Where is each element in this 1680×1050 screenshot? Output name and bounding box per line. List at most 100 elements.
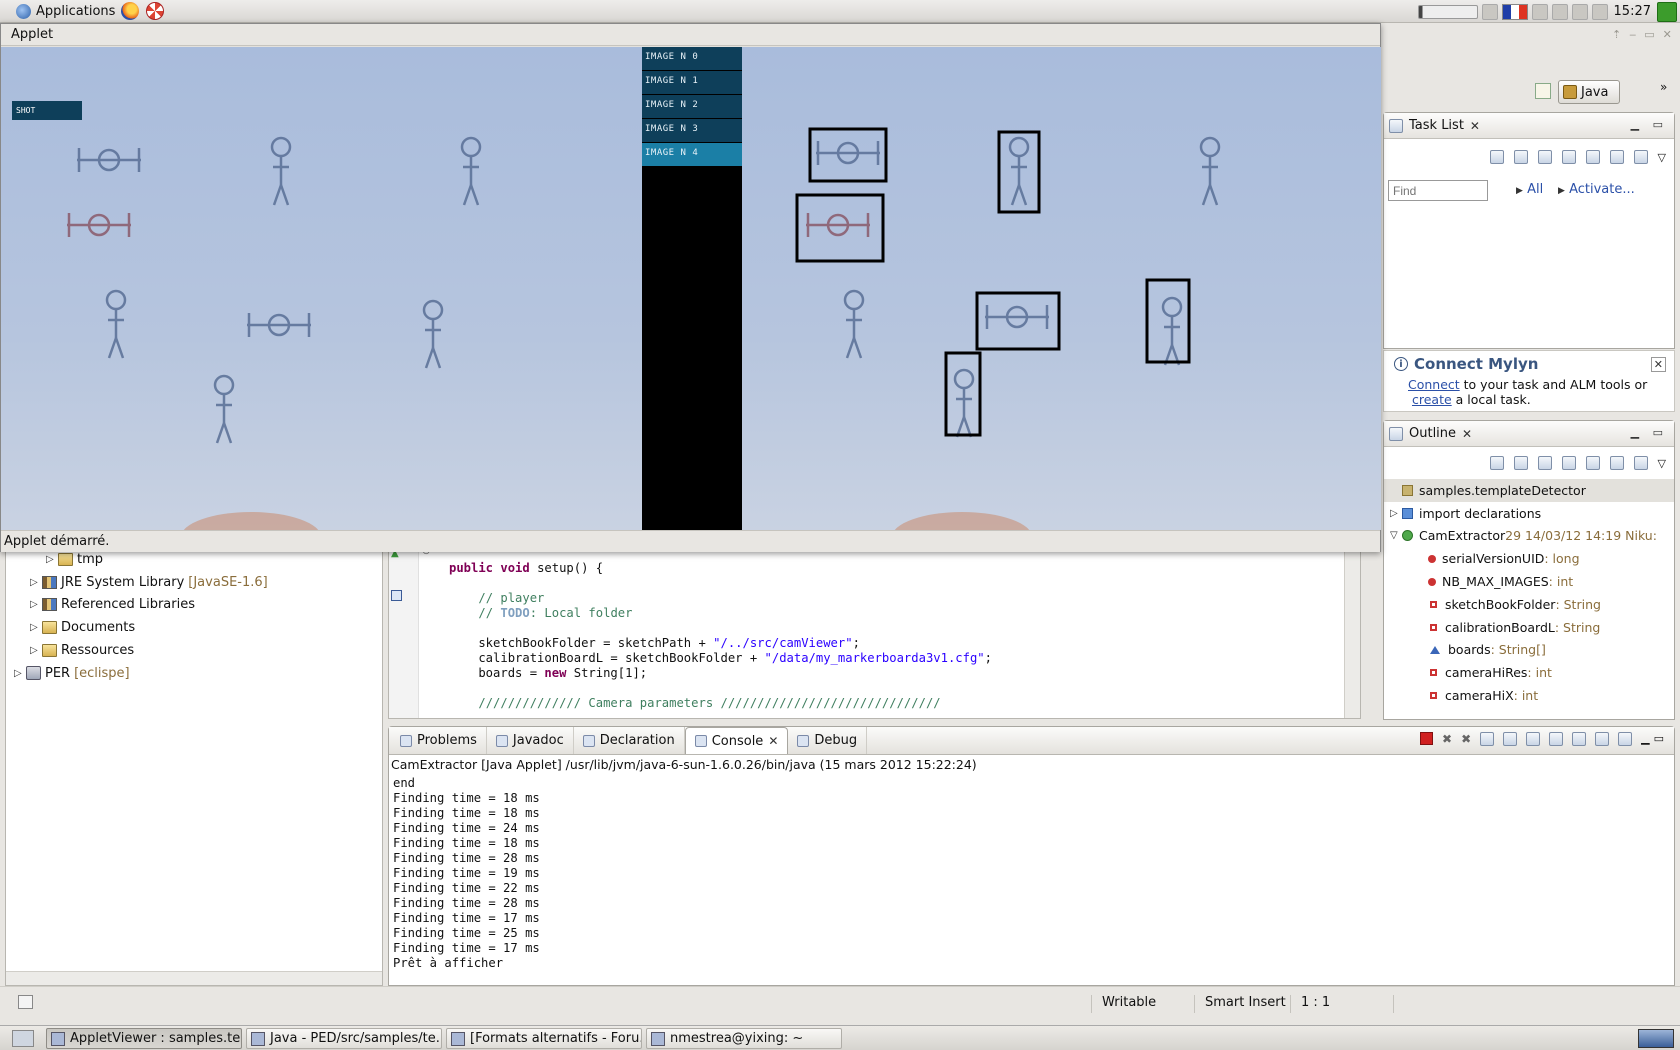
outline-item[interactable]: cameraHiRes : int xyxy=(1384,661,1674,684)
tree-item[interactable]: ▷ Referenced Libraries xyxy=(6,594,382,617)
tab-problems[interactable]: Problems xyxy=(391,727,487,754)
tab-javadoc[interactable]: Javadoc xyxy=(487,727,574,754)
image-button[interactable]: IMAGE N 2 xyxy=(642,95,742,118)
expand-icon[interactable]: ▷ xyxy=(30,577,42,588)
chevron-down-icon[interactable]: ▽ xyxy=(1390,530,1402,541)
hide-local-types-icon[interactable] xyxy=(1633,456,1648,470)
taskbar-button[interactable]: [Formats alternatifs - Foru... xyxy=(446,1028,642,1049)
expand-icon[interactable]: ▷ xyxy=(30,599,42,610)
show-stdout-icon[interactable] xyxy=(1526,732,1541,746)
applet-menu[interactable]: Applet xyxy=(1,24,1380,46)
all-filter-link[interactable]: ▶ All xyxy=(1516,182,1543,197)
open-console-icon[interactable] xyxy=(1618,732,1633,746)
minimize-maximize-icon[interactable]: ▁▭ xyxy=(1641,732,1668,746)
workspace-switcher-icon[interactable] xyxy=(1638,1029,1674,1048)
tree-item[interactable]: ▷ JRE System Library [JavaSE-1.6] xyxy=(6,571,382,594)
image-button[interactable]: IMAGE N 0 xyxy=(642,47,742,70)
flag-fr-icon[interactable] xyxy=(1501,3,1528,20)
code-line[interactable]: calibrationBoardL = sketchBookFolder + "… xyxy=(449,651,992,666)
collapse-all-icon[interactable] xyxy=(1513,456,1528,470)
close-icon[interactable]: ✕ xyxy=(1462,427,1472,441)
taskbar-button[interactable]: nmestrea@yixing: ~ xyxy=(646,1028,842,1049)
camera-image-left[interactable]: SHOT xyxy=(1,47,642,530)
taskbar-button[interactable]: Java - PED/src/samples/te... xyxy=(246,1028,442,1049)
expand-icon[interactable]: ▷ xyxy=(46,554,58,565)
focus-icon[interactable] xyxy=(1633,150,1648,164)
java-editor[interactable]: ▲ ⊖ public void setup() { // player // T… xyxy=(388,533,1361,719)
clear-console-icon[interactable] xyxy=(1480,732,1495,746)
help-icon[interactable] xyxy=(146,2,164,20)
applications-menu[interactable]: Applications xyxy=(16,2,115,21)
view-menu-icon[interactable]: ▽ xyxy=(1658,151,1666,164)
editor-code[interactable]: public void setup() { // player // TODO:… xyxy=(449,561,992,711)
outline-item[interactable]: NB_MAX_IMAGES : int xyxy=(1384,570,1674,593)
categorized-icon[interactable] xyxy=(1513,150,1528,164)
tree-item[interactable]: ▷ Ressources xyxy=(6,639,382,662)
tab-console[interactable]: Console ✕ xyxy=(684,727,789,754)
image-button[interactable]: IMAGE N 4 xyxy=(642,143,742,166)
outline-item[interactable]: serialVersionUID : long xyxy=(1384,547,1674,570)
pin-console-icon[interactable] xyxy=(1572,732,1587,746)
task-marker-icon[interactable] xyxy=(391,590,402,601)
fast-view-icon[interactable] xyxy=(18,995,33,1009)
perspective-java-button[interactable]: Java xyxy=(1558,80,1620,104)
activate-task-link[interactable]: ▶ Activate... xyxy=(1558,182,1635,197)
power-icon[interactable] xyxy=(1531,3,1548,20)
scroll-lock-icon[interactable] xyxy=(1503,732,1518,746)
console-output[interactable]: end Finding time = 18 ms Finding time = 18… xyxy=(393,776,540,971)
close-icon[interactable]: ✕ xyxy=(1470,119,1480,133)
horizontal-scrollbar[interactable] xyxy=(6,971,382,985)
network-icon[interactable] xyxy=(1481,3,1498,20)
minimize-maximize-icon[interactable]: ▁ ▭ xyxy=(1631,426,1668,439)
hide-fields-icon[interactable] xyxy=(1561,456,1576,470)
image-button[interactable]: IMAGE N 3 xyxy=(642,119,742,142)
connect-link[interactable]: Connect xyxy=(1408,377,1460,392)
code-line[interactable]: sketchBookFolder = sketchPath + "/../src… xyxy=(449,636,992,651)
window-controls[interactable]: ⇡‒▭✕ xyxy=(1612,28,1680,41)
outline-title[interactable]: Outline xyxy=(1409,426,1456,441)
code-line[interactable]: boards = new String[1]; xyxy=(449,666,992,681)
firefox-icon[interactable] xyxy=(121,2,139,20)
close-icon[interactable]: ✕ xyxy=(768,734,778,748)
shot-button[interactable]: SHOT xyxy=(12,101,82,120)
code-line[interactable]: ////////////// Camera parameters ///////… xyxy=(449,696,992,711)
volume-icon[interactable] xyxy=(1571,3,1588,20)
tree-item[interactable]: ▷ PER [eclispe] xyxy=(6,662,382,685)
editor-scrollbar[interactable] xyxy=(1344,534,1360,718)
minimize-maximize-icon[interactable]: ▁ ▭ xyxy=(1631,118,1668,131)
find-input[interactable] xyxy=(1388,180,1488,201)
display-console-icon[interactable] xyxy=(1595,732,1610,746)
new-task-icon[interactable] xyxy=(1489,150,1504,164)
outline-item[interactable]: cameraHiX : int xyxy=(1384,684,1674,707)
editor-gutter[interactable]: ▲ xyxy=(389,534,419,718)
code-line[interactable]: public void setup() { xyxy=(449,561,992,576)
outline-item[interactable]: samples.templateDetector xyxy=(1384,479,1674,502)
focus-icon[interactable] xyxy=(1489,456,1504,470)
expand-icon[interactable]: ▷ xyxy=(30,645,42,656)
tab-declaration[interactable]: Declaration xyxy=(574,727,685,754)
hide-nonpublic-icon[interactable] xyxy=(1609,456,1624,470)
outline-item[interactable]: sketchBookFolder : String xyxy=(1384,593,1674,616)
collapse-all-icon[interactable] xyxy=(1585,150,1600,164)
show-stderr-icon[interactable] xyxy=(1549,732,1564,746)
expand-icon[interactable]: ▷ xyxy=(1390,508,1402,519)
expand-icon[interactable]: ▷ xyxy=(14,668,26,679)
outline-item[interactable]: ▽ CamExtractor 29 14/03/12 14:19 Niku: xyxy=(1384,525,1674,548)
sort-icon[interactable] xyxy=(1537,456,1552,470)
image-button[interactable]: IMAGE N 1 xyxy=(642,71,742,94)
sync-icon[interactable] xyxy=(1561,150,1576,164)
terminate-icon[interactable] xyxy=(1420,732,1434,745)
more-perspectives-icon[interactable]: » xyxy=(1660,80,1667,94)
taskbar-button[interactable]: AppletViewer : samples.te... xyxy=(46,1028,242,1049)
system-menu-icon[interactable] xyxy=(1657,1,1677,22)
filter-icon[interactable] xyxy=(1609,150,1624,164)
volume-icon[interactable] xyxy=(1417,4,1478,19)
update-icon[interactable] xyxy=(1591,3,1608,20)
open-perspective-icon[interactable] xyxy=(1535,83,1551,99)
code-line[interactable] xyxy=(449,621,992,636)
remove-all-launches-icon[interactable]: ✖ xyxy=(1461,732,1471,746)
remove-launch-icon[interactable]: ✖ xyxy=(1442,732,1452,746)
code-line[interactable] xyxy=(449,681,992,696)
tab-debug[interactable]: Debug xyxy=(788,727,868,754)
code-line[interactable]: // TODO: Local folder xyxy=(449,606,992,621)
